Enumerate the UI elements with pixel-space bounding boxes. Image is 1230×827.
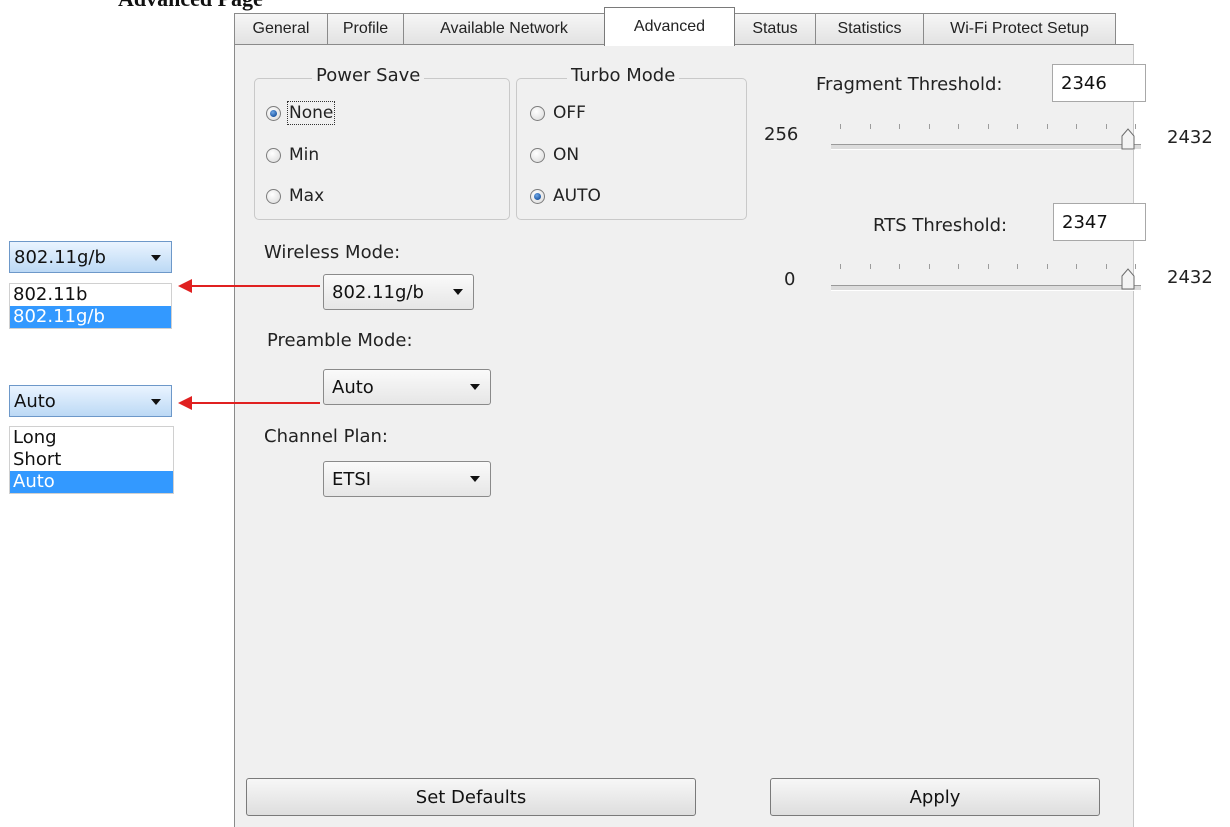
list-item: 802.11b <box>13 284 88 305</box>
fragment-min-label: 256 <box>764 124 799 145</box>
power-save-max[interactable]: Max <box>266 186 324 206</box>
slider-tick <box>840 124 841 129</box>
radio-unchecked-icon <box>530 147 545 163</box>
preamble-dropdown-callout: Auto <box>9 385 172 417</box>
fragment-threshold-slider[interactable] <box>831 144 1141 150</box>
set-defaults-button[interactable]: Set Defaults <box>246 778 696 816</box>
turbo-mode-auto-label: AUTO <box>553 186 601 206</box>
preamble-dropdown-list: Long Short Auto <box>9 426 174 494</box>
power-save-none[interactable]: None <box>266 101 336 125</box>
tab-wifi-protect-setup[interactable]: Wi-Fi Protect Setup <box>923 13 1116 44</box>
preamble-mode-value: Auto <box>332 376 374 398</box>
tab-advanced[interactable]: Advanced <box>604 7 735 46</box>
rts-threshold-slider[interactable] <box>831 285 1141 291</box>
rts-slider-thumb[interactable] <box>1121 268 1135 290</box>
slider-tick <box>1017 124 1018 129</box>
radio-checked-icon <box>530 188 545 204</box>
power-save-min[interactable]: Min <box>266 145 319 165</box>
slider-tick <box>928 264 930 269</box>
slider-tick <box>928 124 930 129</box>
chevron-down-icon <box>151 399 161 405</box>
list-item: Long <box>13 427 57 448</box>
slider-tick <box>1105 264 1107 269</box>
slider-tick <box>1135 264 1136 269</box>
power-save-min-label: Min <box>289 145 320 165</box>
slider-tick <box>1046 124 1048 129</box>
fragment-slider-thumb[interactable] <box>1121 128 1135 150</box>
channel-plan-value: ETSI <box>332 468 372 490</box>
rts-min-label: 0 <box>784 269 796 290</box>
preamble-dropdown-selected: Auto <box>14 390 56 412</box>
rts-max-label: 2432 <box>1167 267 1213 288</box>
slider-tick <box>1135 124 1136 129</box>
chevron-down-icon <box>470 384 480 390</box>
list-item: Short <box>13 449 62 470</box>
rts-threshold-input[interactable]: 2347 <box>1053 203 1146 241</box>
list-item: 802.11g/b <box>10 306 171 328</box>
wireless-dropdown-list: 802.11b 802.11g/b <box>9 283 172 329</box>
channel-plan-label: Channel Plan: <box>264 426 388 447</box>
turbo-mode-on[interactable]: ON <box>530 145 579 165</box>
slider-tick <box>869 264 871 269</box>
slider-tick <box>869 124 871 129</box>
callout-arrows <box>178 279 320 410</box>
radio-unchecked-icon <box>266 188 281 204</box>
wireless-dropdown-callout: 802.11g/b <box>9 241 172 273</box>
slider-tick <box>1046 264 1048 269</box>
slider-tick <box>958 124 959 129</box>
power-save-title: Power Save <box>312 65 425 86</box>
power-save-none-label: None <box>286 101 336 125</box>
slider-tick <box>987 264 989 269</box>
slider-tick <box>987 124 989 129</box>
slider-tick <box>1076 264 1077 269</box>
wireless-dropdown-selected: 802.11g/b <box>14 246 106 268</box>
slider-tick <box>1017 264 1018 269</box>
fragment-threshold-input[interactable]: 2346 <box>1052 64 1146 102</box>
power-save-max-label: Max <box>289 186 325 206</box>
apply-button[interactable]: Apply <box>770 778 1100 816</box>
slider-tick <box>899 264 900 269</box>
list-item: Auto <box>10 471 173 493</box>
slider-tick <box>1076 124 1077 129</box>
arrow-left-icon <box>178 279 320 293</box>
tab-available-network[interactable]: Available Network <box>403 13 605 44</box>
turbo-mode-off[interactable]: OFF <box>530 103 586 123</box>
chevron-down-icon <box>453 289 463 295</box>
tab-profile[interactable]: Profile <box>327 13 404 44</box>
fragment-max-label: 2432 <box>1167 127 1213 148</box>
channel-plan-select[interactable]: ETSI <box>323 461 491 497</box>
rts-threshold-label: RTS Threshold: <box>873 215 1008 236</box>
tab-statistics[interactable]: Statistics <box>815 13 924 44</box>
wireless-mode-select[interactable]: 802.11g/b <box>323 274 474 310</box>
wireless-mode-label: Wireless Mode: <box>264 242 401 263</box>
page-heading: Advanced Page <box>118 0 263 12</box>
turbo-mode-off-label: OFF <box>553 103 586 123</box>
radio-unchecked-icon <box>530 105 545 121</box>
radio-unchecked-icon <box>266 147 281 163</box>
turbo-mode-on-label: ON <box>553 145 580 165</box>
turbo-mode-auto[interactable]: AUTO <box>530 186 601 206</box>
preamble-mode-select[interactable]: Auto <box>323 369 491 405</box>
tab-general[interactable]: General <box>234 13 328 44</box>
slider-tick <box>958 264 959 269</box>
wireless-mode-value: 802.11g/b <box>332 281 424 303</box>
arrow-left-icon <box>178 396 320 410</box>
tab-status[interactable]: Status <box>734 13 816 44</box>
chevron-down-icon <box>151 255 161 261</box>
fragment-threshold-label: Fragment Threshold: <box>816 74 1003 95</box>
slider-tick <box>840 264 841 269</box>
chevron-down-icon <box>470 476 480 482</box>
radio-checked-icon <box>266 105 281 121</box>
turbo-mode-title: Turbo Mode <box>567 65 680 86</box>
slider-tick <box>899 124 900 129</box>
slider-tick <box>1105 124 1107 129</box>
